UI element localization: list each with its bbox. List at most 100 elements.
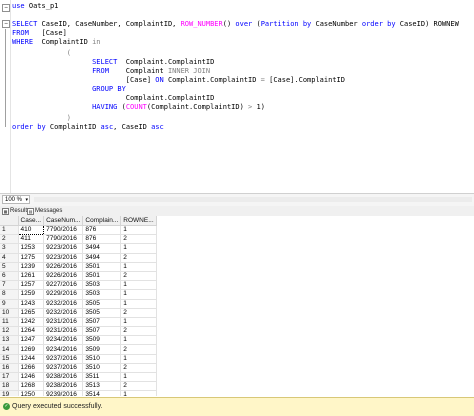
row-number[interactable]: 7 (0, 280, 19, 291)
table-cell[interactable]: 9234/2016 (43, 335, 84, 346)
table-cell[interactable]: 1269 (18, 344, 45, 355)
column-header[interactable]: Complain... (82, 216, 122, 226)
table-cell[interactable]: 1243 (18, 299, 45, 309)
table-row[interactable]: 11 1242 9231/2016 3507 1 (0, 317, 157, 328)
table-row[interactable]: 5 1239 9226/2016 3501 1 (0, 262, 157, 272)
table-row[interactable]: 10 1265 9232/2016 3505 2 (0, 308, 157, 318)
table-cell[interactable]: 1247 (18, 335, 45, 346)
table-cell[interactable]: 9237/2016 (43, 354, 84, 364)
table-cell[interactable]: 2 (120, 326, 157, 337)
table-cell[interactable]: 1259 (18, 289, 45, 300)
row-number-header[interactable] (0, 216, 19, 226)
results-grid[interactable]: Case... CaseNum... Complain... ROWNE... 1 41… (0, 216, 474, 396)
row-number[interactable]: 2 (0, 234, 19, 245)
row-number[interactable]: 9 (0, 299, 19, 309)
table-cell[interactable]: 1239 (18, 262, 45, 272)
row-number[interactable]: 10 (0, 308, 19, 318)
collapse-icon[interactable]: − (2, 4, 10, 12)
table-cell[interactable]: 9231/2016 (43, 317, 84, 328)
table-row[interactable]: 2 411 7790/2016 876 2 (0, 234, 157, 245)
table-cell[interactable]: 1264 (18, 326, 45, 337)
table-cell[interactable]: 1 (120, 289, 157, 300)
zoom-dropdown[interactable]: 100 % ▾ (2, 195, 30, 204)
table-row[interactable]: 9 1243 9232/2016 3505 1 (0, 299, 157, 309)
tab-results[interactable]: ▦ Results (2, 207, 30, 215)
table-cell[interactable]: 9232/2016 (43, 308, 84, 318)
collapse-icon[interactable]: − (2, 20, 10, 28)
query-editor[interactable]: − − use Oats_p1 SELECT CaseID, CaseNumbe… (0, 0, 474, 193)
table-cell[interactable]: 3503 (82, 289, 122, 300)
row-number[interactable]: 5 (0, 262, 19, 272)
table-cell[interactable]: 2 (120, 344, 157, 355)
table-cell[interactable]: 1 (120, 243, 157, 254)
table-row[interactable]: 18 1268 9238/2016 3513 2 (0, 381, 157, 392)
table-cell[interactable]: 3514 (82, 390, 122, 396)
horizontal-scrollbar[interactable] (34, 197, 472, 202)
table-cell[interactable]: 9238/2016 (43, 372, 84, 383)
table-row[interactable]: 14 1269 9234/2016 3509 2 (0, 344, 157, 355)
table-row[interactable]: 6 1261 9226/2016 3501 2 (0, 271, 157, 282)
row-number[interactable]: 15 (0, 354, 19, 364)
table-cell[interactable]: 9229/2016 (43, 289, 84, 300)
row-number[interactable]: 12 (0, 326, 19, 337)
table-cell[interactable]: 2 (120, 381, 157, 392)
row-number[interactable]: 6 (0, 271, 19, 282)
table-cell[interactable]: 1 (120, 372, 157, 383)
column-header[interactable]: ROWNE... (120, 216, 157, 226)
table-row[interactable]: 13 1247 9234/2016 3509 1 (0, 335, 157, 346)
table-cell[interactable]: 3509 (82, 344, 122, 355)
table-cell[interactable]: 2 (120, 253, 157, 263)
table-cell[interactable]: 9237/2016 (43, 363, 84, 374)
table-row[interactable]: 17 1246 9238/2016 3511 1 (0, 372, 157, 383)
table-cell[interactable]: 3503 (82, 280, 122, 291)
table-row[interactable]: 4 1275 9223/2016 3494 2 (0, 253, 157, 263)
table-cell[interactable]: 1 (120, 280, 157, 291)
row-number[interactable]: 8 (0, 289, 19, 300)
table-cell[interactable]: 1275 (18, 253, 45, 263)
table-row[interactable]: 3 1253 9223/2016 3494 1 (0, 243, 157, 254)
row-number[interactable]: 3 (0, 243, 19, 254)
table-cell[interactable]: 9226/2016 (43, 271, 84, 282)
row-number[interactable]: 16 (0, 363, 19, 374)
table-cell[interactable]: 1 (120, 354, 157, 364)
column-header[interactable]: CaseNum... (43, 216, 84, 226)
table-cell[interactable]: 3510 (82, 363, 122, 374)
table-cell[interactable]: 1268 (18, 381, 45, 392)
table-cell[interactable]: 2 (120, 271, 157, 282)
table-cell[interactable]: 2 (120, 363, 157, 374)
table-cell[interactable]: 1 (120, 390, 157, 396)
table-cell[interactable]: 3505 (82, 308, 122, 318)
table-cell[interactable]: 876 (82, 234, 122, 245)
tab-messages[interactable]: ▤ Messages (27, 207, 62, 215)
row-number[interactable]: 17 (0, 372, 19, 383)
table-cell[interactable]: 1253 (18, 243, 45, 254)
row-number[interactable]: 11 (0, 317, 19, 328)
table-cell[interactable]: 9231/2016 (43, 326, 84, 337)
row-number[interactable]: 4 (0, 253, 19, 263)
table-cell[interactable]: 3505 (82, 299, 122, 309)
table-cell[interactable]: 9238/2016 (43, 381, 84, 392)
table-cell[interactable]: 9234/2016 (43, 344, 84, 355)
table-cell[interactable]: 3513 (82, 381, 122, 392)
table-row[interactable]: 16 1266 9237/2016 3510 2 (0, 363, 157, 374)
table-cell[interactable]: 3510 (82, 354, 122, 364)
table-cell[interactable]: 1244 (18, 354, 45, 364)
row-number[interactable]: 19 (0, 390, 19, 396)
table-cell[interactable]: 9226/2016 (43, 262, 84, 272)
table-cell[interactable]: 876 (82, 225, 122, 236)
table-cell[interactable]: 9232/2016 (43, 299, 84, 309)
table-row[interactable]: 1 410 7790/2016 876 1 (0, 224, 157, 236)
table-cell[interactable]: 1261 (18, 271, 45, 282)
table-cell[interactable]: 9223/2016 (43, 243, 84, 254)
table-cell[interactable]: 9239/2016 (43, 390, 84, 396)
table-cell[interactable]: 411 (18, 234, 45, 245)
table-row[interactable]: 7 1257 9227/2016 3503 1 (0, 280, 157, 291)
table-cell[interactable]: 7790/2016 (43, 225, 84, 236)
table-cell[interactable]: 3494 (82, 243, 122, 254)
table-cell[interactable]: 3501 (82, 271, 122, 282)
table-cell[interactable]: 410 (17, 224, 45, 236)
row-number[interactable]: 13 (0, 335, 19, 346)
table-row[interactable]: 8 1259 9229/2016 3503 1 (0, 289, 157, 300)
row-number[interactable]: 14 (0, 344, 19, 355)
table-cell[interactable]: 3494 (82, 253, 122, 263)
